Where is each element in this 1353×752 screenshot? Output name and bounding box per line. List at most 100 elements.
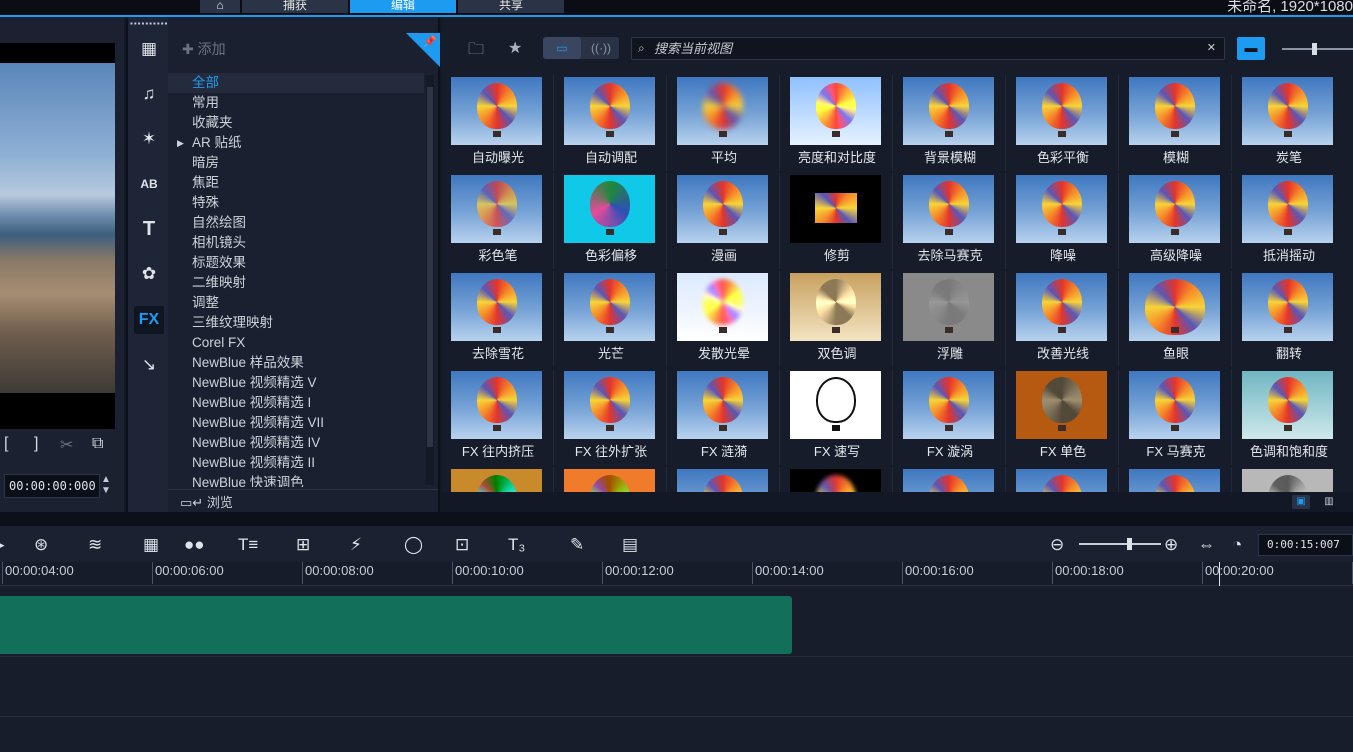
thumbnail-size-knob[interactable] [1312, 43, 1317, 55]
tree-scrollbar-thumb[interactable] [427, 87, 433, 447]
effect-tile[interactable]: 自动曝光 [442, 75, 554, 171]
effect-tile[interactable]: 色彩平衡 [1007, 75, 1119, 171]
effect-tile[interactable]: 自动调配 [555, 75, 667, 171]
media-icon[interactable]: ▦ [134, 35, 164, 63]
effect-tile[interactable]: 双色调 [781, 271, 893, 367]
add-favorite-icon[interactable]: ★ [508, 38, 522, 58]
effect-tile[interactable] [1233, 467, 1345, 492]
tab-capture[interactable]: 捕获 [242, 0, 348, 13]
effect-tile[interactable] [894, 467, 1006, 492]
category-item[interactable]: 相机镜头 [168, 233, 424, 253]
title-editor-icon[interactable]: T≡ [238, 535, 258, 555]
storyboard-icon[interactable]: ▸ [0, 535, 5, 555]
category-item[interactable]: NewBlue 视频精选 IV [168, 433, 424, 453]
effect-tile[interactable] [781, 467, 893, 492]
mask-creator-icon[interactable]: ◯ [404, 535, 423, 555]
transition-icon[interactable]: AB [134, 170, 164, 198]
project-duration[interactable]: 0:00:15:007 [1258, 534, 1353, 556]
effect-tile[interactable]: FX 速写 [781, 369, 893, 465]
instant-project-icon[interactable]: ✶ [134, 125, 164, 153]
category-item[interactable]: NewBlue 视频精选 V [168, 373, 424, 393]
effect-tile[interactable]: 背景模糊 [894, 75, 1006, 171]
graphics-icon[interactable]: ✿ [134, 260, 164, 288]
category-item[interactable]: 标题效果 [168, 253, 424, 273]
category-item[interactable]: 调整 [168, 293, 424, 313]
view-video-filters-icon[interactable]: ▭ [543, 37, 581, 59]
pin-icon[interactable]: 📌 [423, 35, 437, 48]
category-item[interactable]: 暗房 [168, 153, 424, 173]
video-clip[interactable] [0, 596, 792, 654]
effect-tile[interactable]: 色彩偏移 [555, 173, 667, 269]
panel-divider[interactable] [0, 512, 1353, 526]
expand-arrow-icon[interactable]: ▶ [177, 133, 184, 153]
tab-edit[interactable]: 编辑 [350, 0, 456, 13]
category-item[interactable]: 三维纹理映射 [168, 313, 424, 333]
category-item[interactable]: 常用 [168, 93, 424, 113]
tree-scrollbar[interactable] [426, 75, 434, 485]
mark-in-button[interactable]: [ [4, 435, 8, 453]
category-item[interactable]: ▶ AR 贴纸 [168, 133, 424, 153]
clock-icon[interactable]: ◔ [1232, 535, 1242, 555]
effect-tile[interactable]: 降噪 [1007, 173, 1119, 269]
effect-tile[interactable]: 抵消摇动 [1233, 173, 1345, 269]
import-folder-icon[interactable]: 🗀 [468, 38, 484, 65]
layout-view-button[interactable]: ▬ [1237, 37, 1265, 60]
category-item[interactable]: NewBlue 样品效果 [168, 353, 424, 373]
effect-tile[interactable]: 去除雪花 [442, 271, 554, 367]
timeline-zoom-slider[interactable] [1079, 538, 1161, 550]
copy-icon[interactable]: ⧉ [92, 435, 103, 453]
record-capture-icon[interactable]: ⊛ [34, 535, 48, 555]
title-icon[interactable]: T [134, 215, 164, 243]
view-audio-filters-icon[interactable]: ((·)) [583, 37, 619, 59]
split-screen-icon[interactable]: ⊞ [296, 535, 310, 555]
category-item[interactable]: 自然绘图 [168, 213, 424, 233]
pan-zoom-icon[interactable]: ⊡ [455, 535, 469, 555]
effect-tile[interactable]: 平均 [668, 75, 780, 171]
category-item[interactable]: Corel FX [168, 333, 424, 353]
effect-tile[interactable]: 鱼眼 [1120, 271, 1232, 367]
scissors-icon[interactable]: ✂ [60, 435, 73, 455]
effect-tile[interactable] [668, 467, 780, 492]
effect-tile[interactable] [555, 467, 667, 492]
zoom-out-icon[interactable]: ⊖ [1050, 535, 1064, 555]
mark-out-button[interactable]: ] [34, 435, 38, 453]
timecode-display[interactable]: 00:00:00:000 [4, 474, 100, 498]
effect-tile[interactable]: 色调和饱和度 [1233, 369, 1345, 465]
effect-tile[interactable]: FX 漩涡 [894, 369, 1006, 465]
effect-tile[interactable] [1120, 467, 1232, 492]
effect-tile[interactable]: 去除马赛克 [894, 173, 1006, 269]
zoom-in-icon[interactable]: ⊕ [1164, 535, 1178, 555]
clear-search-icon[interactable]: ✕ [1207, 41, 1216, 54]
overlay-icon[interactable]: ●● [184, 535, 205, 555]
effect-tile[interactable]: 浮雕 [894, 271, 1006, 367]
thumbnail-view-icon[interactable]: ▣ [1292, 495, 1310, 509]
effect-tile[interactable]: 漫画 [668, 173, 780, 269]
effect-tile[interactable]: FX 往内挤压 [442, 369, 554, 465]
list-view-icon[interactable]: ▥ [1320, 495, 1338, 509]
category-item[interactable]: 焦距 [168, 173, 424, 193]
effect-tile[interactable]: FX 单色 [1007, 369, 1119, 465]
motion-tracking-icon[interactable]: ⚡ [350, 535, 362, 555]
timecode-spinner[interactable]: ▲ ▼ [101, 474, 111, 496]
effect-tile[interactable]: 高级降噪 [1120, 173, 1232, 269]
timeline-ruler[interactable]: 00:00:04:00 00:00:06:00 00:00:08:00 00:00:1… [0, 562, 1353, 586]
color-grading-icon[interactable]: ✎ [570, 535, 584, 555]
category-item[interactable]: NewBlue 视频精选 II [168, 453, 424, 473]
3d-title-icon[interactable]: T₃ [508, 535, 525, 555]
effect-tile[interactable]: 发散光晕 [668, 271, 780, 367]
add-folder-button[interactable]: ✚ 添加 [182, 39, 226, 59]
effect-tile[interactable] [1007, 467, 1119, 492]
effect-tile[interactable]: 光芒 [555, 271, 667, 367]
subtitle-editor-icon[interactable]: ▤ [622, 535, 638, 555]
music-icon[interactable]: ♫ [134, 80, 164, 108]
preview-screen[interactable] [0, 43, 115, 429]
effect-tile[interactable]: FX 往外扩张 [555, 369, 667, 465]
search-input[interactable] [654, 40, 1194, 57]
category-item[interactable]: 二维映射 [168, 273, 424, 293]
effect-tile[interactable]: FX 涟漪 [668, 369, 780, 465]
effect-tile[interactable]: 彩色笔 [442, 173, 554, 269]
category-item[interactable]: 特殊 [168, 193, 424, 213]
fx-icon[interactable]: FX [134, 306, 164, 334]
browse-button[interactable]: ▭↵ 浏览 [180, 492, 233, 511]
effect-tile[interactable]: 翻转 [1233, 271, 1345, 367]
